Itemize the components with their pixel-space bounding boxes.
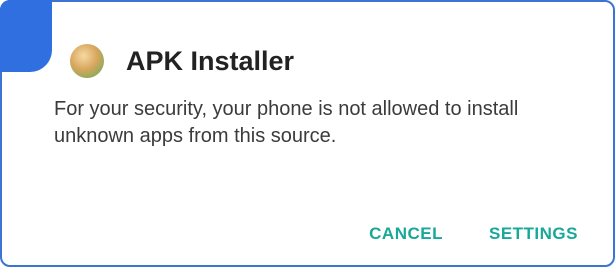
dialog-frame: APK Installer For your security, your ph… (0, 0, 615, 267)
dialog-actions: CANCEL SETTINGS (48, 214, 578, 254)
dialog-header: APK Installer (48, 36, 294, 86)
cancel-button[interactable]: CANCEL (369, 224, 443, 244)
apk-installer-icon (70, 44, 104, 78)
dialog-title: APK Installer (126, 45, 295, 76)
corner-marker (0, 0, 52, 72)
dialog-message: For your security, your phone is not all… (54, 98, 519, 147)
settings-button[interactable]: SETTINGS (489, 224, 578, 244)
security-dialog: APK Installer For your security, your ph… (48, 36, 588, 256)
